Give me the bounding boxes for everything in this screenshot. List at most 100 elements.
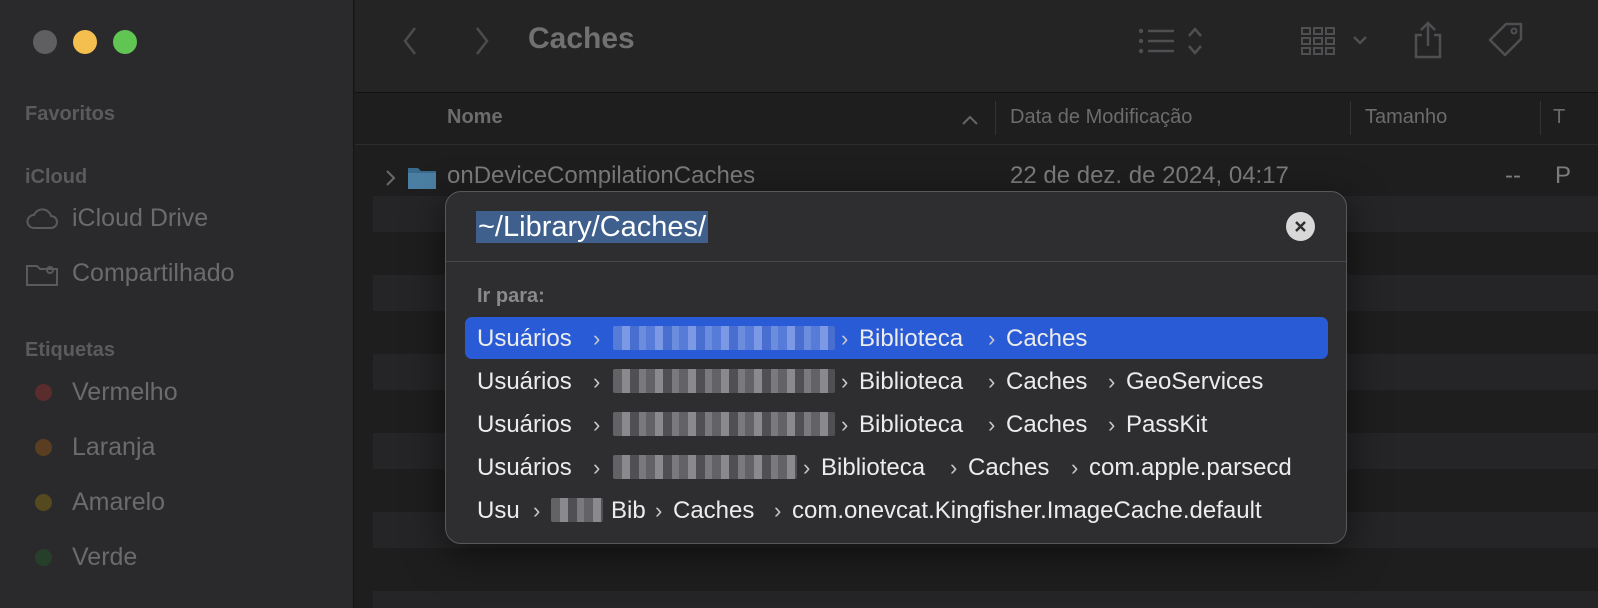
chevron-right-icon: › [593, 455, 601, 480]
chevron-right-icon: › [988, 326, 996, 351]
forward-button[interactable] [468, 24, 496, 58]
redacted-username [613, 455, 797, 479]
group-by-button[interactable] [1300, 24, 1372, 58]
row-stripe [373, 591, 1598, 608]
sidebar-item-label: Compartilhado [72, 259, 235, 287]
path-segment: Caches [1006, 368, 1088, 395]
chevron-right-icon: › [1108, 412, 1116, 437]
list-view-button[interactable] [1136, 24, 1208, 58]
suggestion-item[interactable]: Usu › Bib › Caches › com.onevcat.Kingfis… [465, 489, 1328, 531]
path-segment: GeoServices [1126, 368, 1264, 395]
sidebar-section-favorites[interactable]: Favoritos [25, 103, 115, 126]
red-tag-icon [35, 384, 52, 401]
chevron-right-icon: › [988, 412, 996, 437]
path-input[interactable]: ~/Library/Caches/ [476, 211, 709, 245]
chevron-right-icon [476, 27, 489, 55]
orange-tag-icon [35, 439, 52, 456]
suggestion-item[interactable]: Usuários › › Biblioteca › Caches › GeoSe… [465, 360, 1328, 402]
redacted-username [551, 498, 603, 522]
sidebar-section-icloud[interactable]: iCloud [25, 166, 87, 189]
yellow-tag-icon [35, 494, 52, 511]
chevron-left-icon [403, 27, 416, 55]
path-segment: Usuários [477, 368, 572, 395]
sidebar-item-shared[interactable]: Compartilhado [25, 259, 235, 288]
shared-folder-icon [25, 260, 61, 288]
chevron-right-icon: › [841, 326, 849, 351]
file-name: onDeviceCompilationCaches [447, 162, 756, 189]
column-divider[interactable] [1350, 101, 1351, 135]
tag-icon [1488, 22, 1523, 57]
file-kind: P [1555, 162, 1572, 189]
share-button[interactable] [1410, 20, 1446, 60]
minimize-window-button[interactable] [73, 30, 97, 54]
column-header-size[interactable]: Tamanho [1365, 106, 1447, 129]
divider [446, 261, 1346, 262]
path-segment: Bib [611, 497, 646, 524]
path-segment: Biblioteca [821, 454, 926, 481]
close-icon [1295, 221, 1306, 232]
chevron-right-icon: › [803, 455, 811, 480]
sidebar-item-icloud-drive[interactable]: iCloud Drive [25, 204, 208, 233]
column-header-modified[interactable]: Data de Modificação [1010, 106, 1192, 129]
window-title: Caches [528, 22, 635, 55]
chevron-right-icon: › [988, 369, 996, 394]
sidebar-item-tag-orange[interactable]: Laranja [25, 433, 155, 462]
chevron-right-icon: › [1071, 455, 1079, 480]
redacted-username [613, 369, 835, 393]
path-segment: Usu [477, 497, 520, 524]
column-divider[interactable] [1540, 101, 1541, 135]
file-size: -- [1505, 162, 1521, 189]
window-controls [33, 30, 137, 54]
path-segment: Usuários [477, 411, 572, 438]
disclosure-chevron-icon[interactable] [385, 166, 397, 194]
path-segment: Caches [1006, 325, 1088, 352]
clear-path-button[interactable] [1286, 212, 1315, 241]
grid-icon [1301, 27, 1367, 55]
suggestion-item[interactable]: Usuários › › Biblioteca › Caches › PassK… [465, 403, 1328, 445]
tag-button[interactable] [1484, 20, 1528, 60]
back-button[interactable] [396, 24, 424, 58]
sidebar-item-label: Vermelho [72, 378, 178, 406]
green-tag-icon [35, 549, 52, 566]
file-modified: 22 de dez. de 2024, 04:17 [1010, 162, 1289, 189]
close-window-button[interactable] [33, 30, 57, 54]
zoom-window-button[interactable] [113, 30, 137, 54]
chevron-right-icon: › [950, 455, 958, 480]
cloud-icon [25, 205, 61, 233]
column-header-kind[interactable]: T [1553, 106, 1565, 129]
path-segment: com.apple.parsecd [1089, 454, 1292, 481]
column-header-name[interactable]: Nome [447, 106, 503, 129]
path-segment: Biblioteca [859, 368, 964, 395]
chevron-right-icon: › [593, 326, 601, 351]
chevron-right-icon: › [655, 498, 663, 523]
path-segment: Caches [673, 497, 755, 524]
column-divider[interactable] [995, 101, 996, 135]
path-segment: Biblioteca [859, 325, 964, 352]
path-segment: Usuários [477, 454, 572, 481]
chevron-right-icon: › [774, 498, 782, 523]
sidebar-item-tag-red[interactable]: Vermelho [25, 378, 178, 407]
chevron-right-icon: › [841, 369, 849, 394]
path-segment: Caches [1006, 411, 1088, 438]
redacted-username [613, 326, 835, 350]
go-to-label: Ir para: [477, 285, 545, 307]
path-segment: Biblioteca [859, 411, 964, 438]
path-segment: Caches [968, 454, 1050, 481]
path-segment: PassKit [1126, 411, 1208, 438]
chevron-right-icon: › [593, 369, 601, 394]
sort-ascending-icon[interactable] [961, 109, 979, 132]
chevron-right-icon: › [1108, 369, 1116, 394]
sidebar-item-label: iCloud Drive [72, 204, 209, 232]
suggestion-item[interactable]: Usuários › › Biblioteca › Caches [465, 317, 1328, 359]
chevron-right-icon: › [593, 412, 601, 437]
path-input-value: ~/Library/Caches/ [476, 211, 709, 243]
sidebar-section-tags[interactable]: Etiquetas [25, 339, 115, 362]
sidebar-item-tag-yellow[interactable]: Amarelo [25, 488, 165, 517]
sidebar-item-label: Verde [72, 543, 138, 571]
path-segment: com.onevcat.Kingfisher.ImageCache.defaul… [792, 497, 1262, 524]
sidebar-item-label: Amarelo [72, 488, 166, 516]
sidebar-item-tag-green[interactable]: Verde [25, 543, 137, 572]
suggestion-item[interactable]: Usuários › › Biblioteca › Caches › com.a… [465, 446, 1328, 488]
share-icon [1414, 21, 1442, 59]
path-segment: Usuários [477, 325, 572, 352]
